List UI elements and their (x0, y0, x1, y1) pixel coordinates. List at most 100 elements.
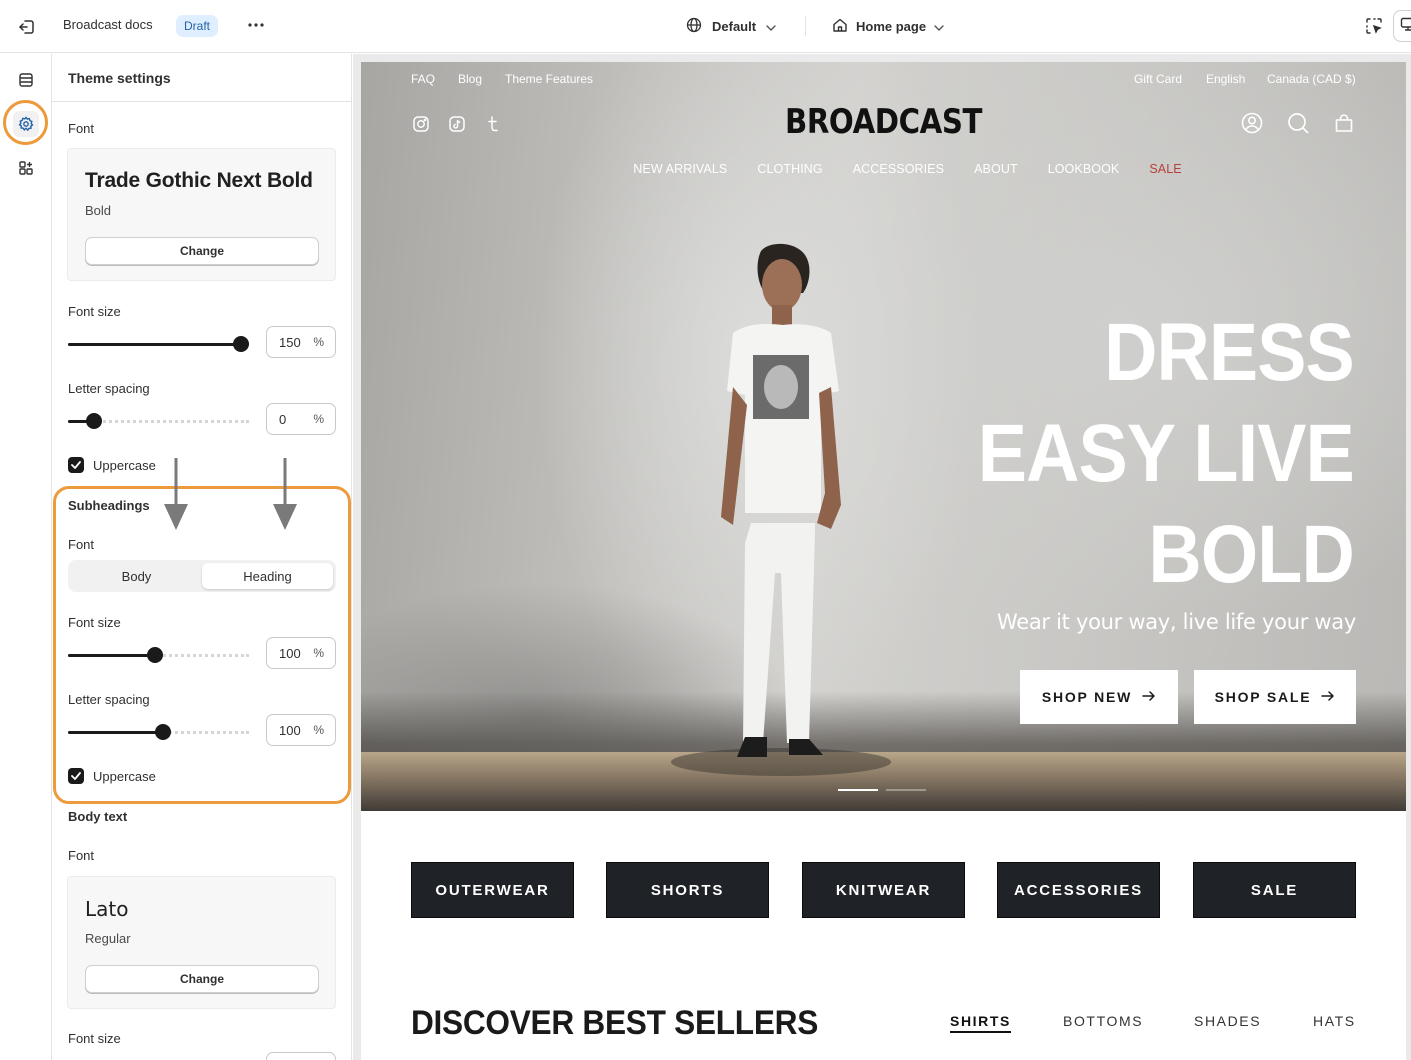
hero-subheading: Wear it your way, live life your way (996, 610, 1356, 634)
nav-item-lookbook[interactable]: LOOKBOOK (1048, 162, 1120, 176)
more-actions-icon[interactable] (246, 15, 266, 35)
instagram-icon[interactable] (411, 114, 431, 134)
tab-hats[interactable]: HATS (1313, 1013, 1356, 1029)
hero-heading-line: EASY LIVE (977, 408, 1355, 499)
hero-heading-line: BOLD (1148, 509, 1355, 600)
slide-indicator[interactable] (886, 789, 926, 791)
sidebar-rail (0, 54, 52, 1060)
category-button-sale[interactable]: SALE (1193, 862, 1356, 918)
slide-indicator[interactable] (838, 789, 878, 791)
checkbox-checked-icon[interactable] (68, 768, 84, 784)
subheading-letter-spacing-label: Letter spacing (68, 692, 150, 707)
cart-icon[interactable] (1332, 111, 1356, 135)
category-button-knitwear[interactable]: KNITWEAR (802, 862, 965, 918)
utility-link-blog[interactable]: Blog (458, 72, 482, 86)
editor-topbar: Broadcast docs Draft Default Home page (0, 0, 1411, 53)
body-text-title: Body text (68, 809, 128, 824)
category-button-shorts[interactable]: SHORTS (606, 862, 769, 918)
heading-letter-spacing-value: 0 (279, 411, 287, 427)
category-button-accessories[interactable]: ACCESSORIES (997, 862, 1160, 918)
nav-item-new-arrivals[interactable]: NEW ARRIVALS (633, 162, 727, 176)
tab-shades[interactable]: SHADES (1194, 1013, 1261, 1029)
arrow-right-icon (1321, 689, 1335, 705)
slider-thumb[interactable] (86, 413, 102, 429)
body-font-size-input[interactable] (266, 1052, 336, 1060)
heading-font-name: Trade Gothic Next Bold (85, 169, 313, 192)
hero-banner[interactable]: FAQ Blog Theme Features Gift Card Englis… (361, 62, 1406, 811)
heading-uppercase-checkbox[interactable]: Uppercase (68, 457, 156, 473)
subheadings-title: Subheadings (68, 498, 150, 513)
utility-link-theme-features[interactable]: Theme Features (505, 72, 593, 86)
unit-label: % (313, 412, 324, 426)
heading-letter-spacing-input[interactable]: 0 % (266, 403, 336, 435)
panel-header: Theme settings (52, 54, 351, 102)
store-logo[interactable]: BROADCAST (434, 102, 1333, 142)
body-font-label: Font (68, 848, 95, 863)
slider-thumb[interactable] (147, 647, 163, 663)
store-name: Broadcast docs (63, 17, 153, 32)
globe-icon (686, 17, 702, 36)
heading-font-size-input[interactable]: 150 % (266, 326, 336, 358)
subheading-font-size-slider[interactable] (68, 647, 249, 663)
heading-font-change-button[interactable]: Change (85, 237, 319, 265)
heading-letter-spacing-slider[interactable] (68, 413, 249, 429)
subheading-font-size-value: 100 (279, 645, 301, 661)
app-blocks-icon[interactable] (13, 155, 39, 181)
nav-item-accessories[interactable]: ACCESSORIES (853, 162, 944, 176)
unit-label: % (313, 646, 324, 660)
heading-uppercase-label: Uppercase (93, 457, 156, 473)
language-selector[interactable]: English (1206, 72, 1245, 86)
utility-link-gift-card[interactable]: Gift Card (1134, 72, 1182, 86)
currency-selector[interactable]: Canada (CAD $) (1267, 72, 1356, 86)
arrow-down-icon (164, 458, 188, 530)
body-font-name: Lato (85, 897, 129, 921)
slider-thumb[interactable] (155, 724, 171, 740)
shop-sale-button[interactable]: SHOP SALE (1194, 670, 1356, 724)
nav-item-about[interactable]: ABOUT (974, 162, 1018, 176)
main-navigation: NEW ARRIVALS CLOTHING ACCESSORIES ABOUT … (361, 162, 1406, 176)
slideshow-pagination (838, 789, 926, 792)
category-button-outerwear[interactable]: OUTERWEAR (411, 862, 574, 918)
tab-bottoms[interactable]: BOTTOMS (1063, 1013, 1143, 1029)
theme-selector[interactable]: Default (686, 14, 776, 38)
account-icon[interactable] (1240, 111, 1264, 135)
subheading-font-option-heading[interactable]: Heading (202, 563, 333, 589)
hero-model-image (671, 243, 891, 776)
subheading-letter-spacing-value: 100 (279, 722, 301, 738)
heading-letter-spacing-label: Letter spacing (68, 381, 150, 396)
subheading-font-size-label: Font size (68, 615, 121, 630)
search-icon[interactable] (1286, 111, 1310, 135)
subheading-letter-spacing-input[interactable]: 100 % (266, 714, 336, 746)
subheading-font-size-input[interactable]: 100 % (266, 637, 336, 669)
chevron-down-icon (766, 19, 776, 34)
hero-heading-line: DRESS (1104, 307, 1355, 398)
page-selector[interactable]: Home page (832, 14, 944, 38)
inspector-icon[interactable] (1362, 14, 1386, 38)
heading-font-size-value: 150 (279, 334, 301, 350)
subheading-font-option-body[interactable]: Body (71, 563, 202, 589)
subheading-uppercase-checkbox[interactable]: Uppercase (68, 768, 156, 784)
subheading-uppercase-label: Uppercase (93, 768, 156, 784)
tab-shirts[interactable]: SHIRTS (950, 1013, 1011, 1033)
best-sellers-heading: DISCOVER BEST SELLERS (411, 1004, 819, 1042)
shop-sale-label: SHOP SALE (1214, 689, 1312, 705)
shop-new-button[interactable]: SHOP NEW (1020, 670, 1178, 724)
nav-item-sale[interactable]: SALE (1149, 162, 1181, 176)
slider-thumb[interactable] (233, 336, 249, 352)
body-font-picker: Lato Regular Change (67, 876, 336, 1009)
checkbox-checked-icon[interactable] (68, 457, 84, 473)
utility-link-faq[interactable]: FAQ (411, 72, 435, 86)
subheading-font-toggle: Body Heading (68, 560, 336, 592)
heading-font-size-slider[interactable] (68, 336, 249, 352)
theme-selector-label: Default (712, 18, 757, 34)
body-font-change-button[interactable]: Change (85, 965, 319, 993)
exit-icon[interactable] (14, 14, 40, 40)
subheading-letter-spacing-slider[interactable] (68, 724, 249, 740)
sections-icon[interactable] (13, 67, 39, 93)
page-selector-label: Home page (856, 18, 927, 34)
nav-item-clothing[interactable]: CLOTHING (757, 162, 822, 176)
chevron-down-icon (934, 19, 944, 34)
shop-new-label: SHOP NEW (1041, 689, 1133, 705)
desktop-preview-button[interactable] (1393, 10, 1411, 42)
unit-label: % (313, 335, 324, 349)
